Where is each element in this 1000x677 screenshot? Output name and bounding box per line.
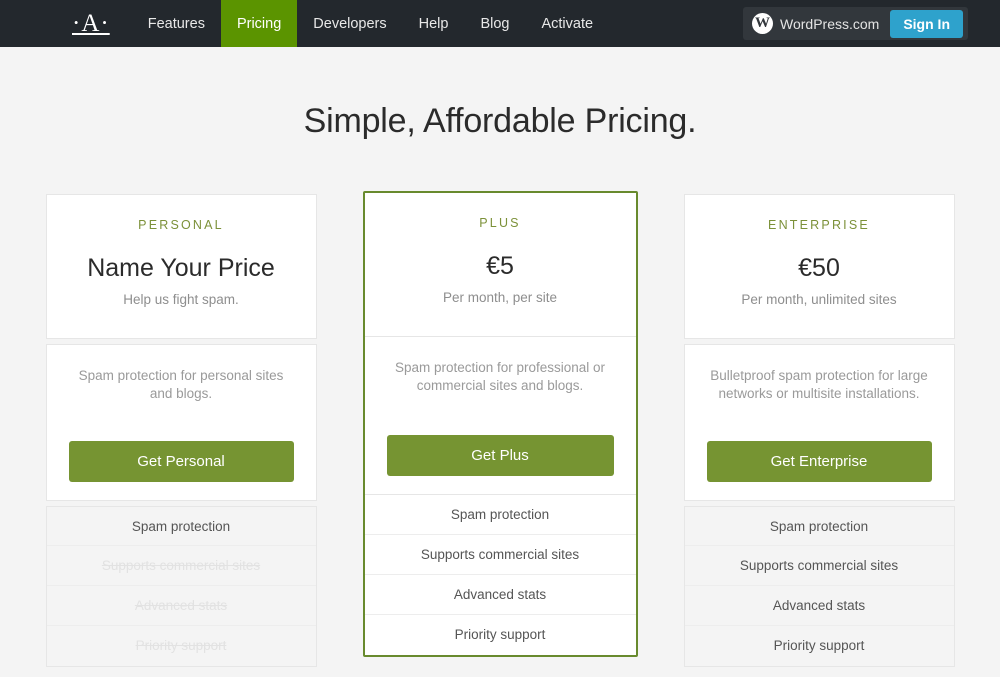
get-enterprise-button[interactable]: Get Enterprise	[706, 441, 932, 482]
get-personal-button[interactable]: Get Personal	[68, 441, 294, 482]
card-body-plus: Spam protection for professional or comm…	[364, 337, 636, 495]
top-navigation-bar: ·A· Features Pricing Developers Help Blo…	[0, 0, 1000, 47]
nav-link-features[interactable]: Features	[132, 0, 221, 47]
plan-description-enterprise: Bulletproof spam protection for large ne…	[710, 368, 928, 402]
plan-name-personal: PERSONAL	[138, 218, 224, 232]
pricing-grid: PERSONAL Name Your Price Help us fight s…	[0, 191, 1000, 667]
card-header-enterprise: ENTERPRISE €50 Per month, unlimited site…	[683, 194, 955, 339]
akismet-logo[interactable]: ·A·	[72, 11, 110, 36]
card-header-plus: PLUS €5 Per month, per site	[364, 193, 636, 337]
pricing-card-plus: PLUS €5 Per month, per site Spam protect…	[362, 191, 638, 657]
plan-subtitle-personal: Help us fight spam.	[123, 292, 239, 307]
feature-item: Supports commercial sites	[684, 546, 954, 586]
plan-price-personal: Name Your Price	[87, 254, 275, 282]
nav-link-activate[interactable]: Activate	[525, 0, 609, 47]
nav-link-blog[interactable]: Blog	[464, 0, 525, 47]
plan-subtitle-enterprise: Per month, unlimited sites	[741, 292, 897, 307]
plan-price-enterprise: €50	[798, 254, 840, 282]
feature-item: Spam protection	[46, 506, 316, 546]
feature-item: Supports commercial sites	[46, 546, 316, 586]
nav-link-developers[interactable]: Developers	[297, 0, 402, 47]
plan-name-plus: PLUS	[479, 216, 521, 230]
pricing-card-personal: PERSONAL Name Your Price Help us fight s…	[45, 194, 317, 667]
feature-item: Advanced stats	[46, 586, 316, 626]
card-body-enterprise: Bulletproof spam protection for large ne…	[683, 344, 955, 501]
plan-description-personal: Spam protection for personal sites and b…	[78, 368, 284, 402]
feature-item: Advanced stats	[364, 575, 636, 615]
nav-link-pricing[interactable]: Pricing	[220, 0, 298, 47]
get-plus-button[interactable]: Get Plus	[386, 435, 614, 476]
plan-price-plus: €5	[486, 252, 514, 280]
nav-links: Features Pricing Developers Help Blog Ac…	[132, 0, 609, 47]
wordpress-account-area: W WordPress.com Sign In	[743, 7, 968, 40]
feature-item: Advanced stats	[684, 586, 954, 626]
plan-name-enterprise: ENTERPRISE	[768, 218, 870, 232]
page-title: Simple, Affordable Pricing.	[303, 102, 697, 140]
feature-item: Spam protection	[364, 495, 636, 535]
feature-list-enterprise: Spam protection Supports commercial site…	[683, 506, 955, 667]
feature-item: Priority support	[773, 638, 865, 653]
card-body-personal: Spam protection for personal sites and b…	[45, 344, 317, 501]
wordpress-icon: W	[752, 13, 773, 34]
nav-link-help[interactable]: Help	[403, 0, 465, 47]
feature-item: Priority support	[135, 638, 227, 653]
wordpress-badge[interactable]: W WordPress.com	[752, 13, 890, 34]
feature-item: Spam protection	[684, 506, 954, 546]
plan-subtitle-plus: Per month, per site	[442, 290, 558, 305]
sign-in-button[interactable]: Sign In	[890, 9, 963, 38]
card-header-personal: PERSONAL Name Your Price Help us fight s…	[45, 194, 317, 339]
pricing-card-enterprise: ENTERPRISE €50 Per month, unlimited site…	[683, 194, 955, 667]
feature-list-personal: Spam protection Supports commercial site…	[45, 506, 317, 667]
feature-item: Priority support	[454, 627, 546, 642]
wordpress-label: WordPress.com	[780, 15, 880, 32]
feature-item: Supports commercial sites	[364, 535, 636, 575]
feature-list-plus: Spam protection Supports commercial site…	[364, 495, 636, 655]
plan-description-plus: Spam protection for professional or comm…	[394, 360, 606, 394]
